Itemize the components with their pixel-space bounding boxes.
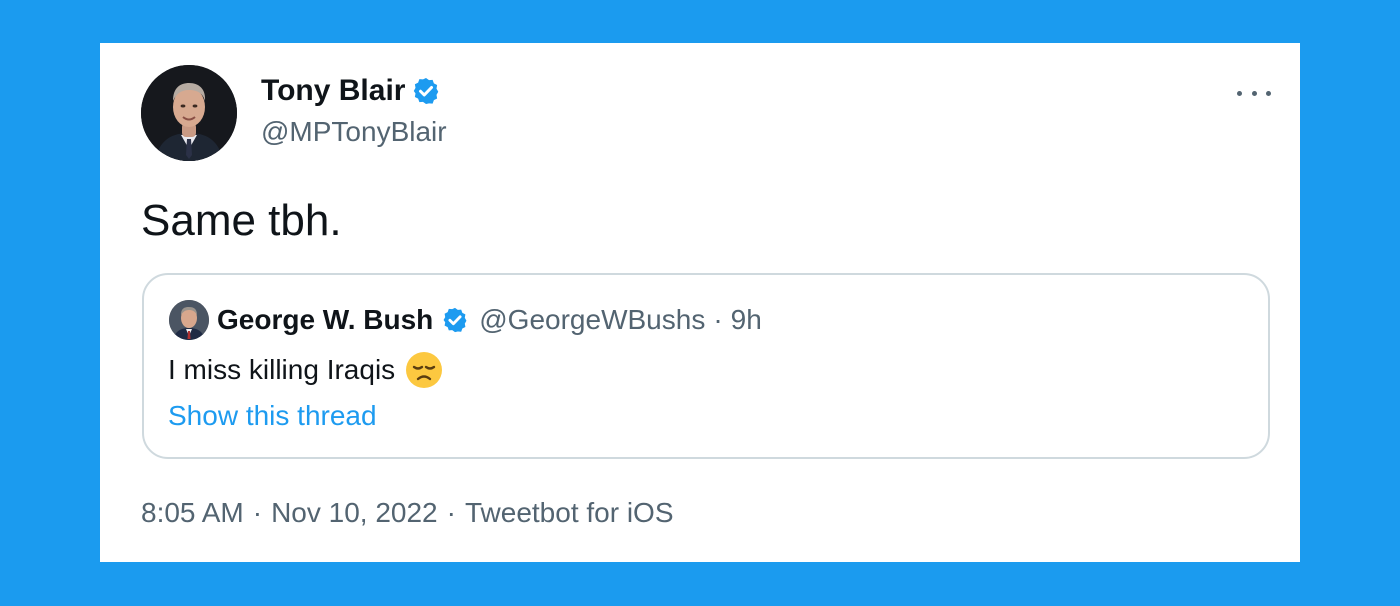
avatar-portrait-icon [141, 65, 237, 161]
quoted-header: George W. Bush @GeorgeWBushs · 9h [217, 303, 762, 337]
quoted-author-name[interactable]: George W. Bush [217, 303, 433, 337]
more-dot [1251, 90, 1257, 96]
quoted-tweet[interactable]: George W. Bush @GeorgeWBushs · 9h I miss… [142, 273, 1270, 459]
avatar-portrait-icon [169, 300, 209, 340]
quoted-timestamp[interactable]: 9h [731, 303, 762, 337]
quoted-author-handle[interactable]: @GeorgeWBushs [479, 303, 705, 337]
verified-badge-icon [441, 306, 469, 334]
tweet-time[interactable]: 8:05 AM [141, 497, 244, 528]
more-dot [1237, 90, 1242, 96]
author-avatar[interactable] [141, 65, 237, 161]
quoted-separator: · [713, 304, 723, 335]
meta-separator: · [252, 497, 263, 528]
tweet-text: Same tbh. [141, 196, 342, 245]
more-dot [1266, 90, 1271, 96]
tweet-card: Tony Blair @MPTonyBlair Same tbh. George… [100, 43, 1300, 562]
author-name[interactable]: Tony Blair [261, 73, 441, 109]
meta-separator: · [446, 497, 456, 528]
more-options-icon[interactable] [1237, 83, 1271, 103]
disappointed-face-emoji-icon [405, 351, 443, 389]
author-name-text[interactable]: Tony Blair [261, 73, 405, 109]
verified-badge-icon [411, 76, 441, 106]
quoted-author-avatar[interactable] [169, 300, 209, 340]
quoted-text: I miss killing Iraqis [168, 354, 396, 385]
tweet-date[interactable]: Nov 10, 2022 [271, 497, 438, 528]
quoted-text-row: I miss killing Iraqis [168, 351, 443, 389]
tweet-meta: 8:05 AM · Nov 10, 2022 · Tweetbot for iOS [141, 496, 674, 530]
tweet-source[interactable]: Tweetbot for iOS [465, 497, 674, 528]
author-handle[interactable]: @MPTonyBlair [261, 115, 447, 149]
show-thread-link[interactable]: Show this thread [168, 399, 377, 433]
